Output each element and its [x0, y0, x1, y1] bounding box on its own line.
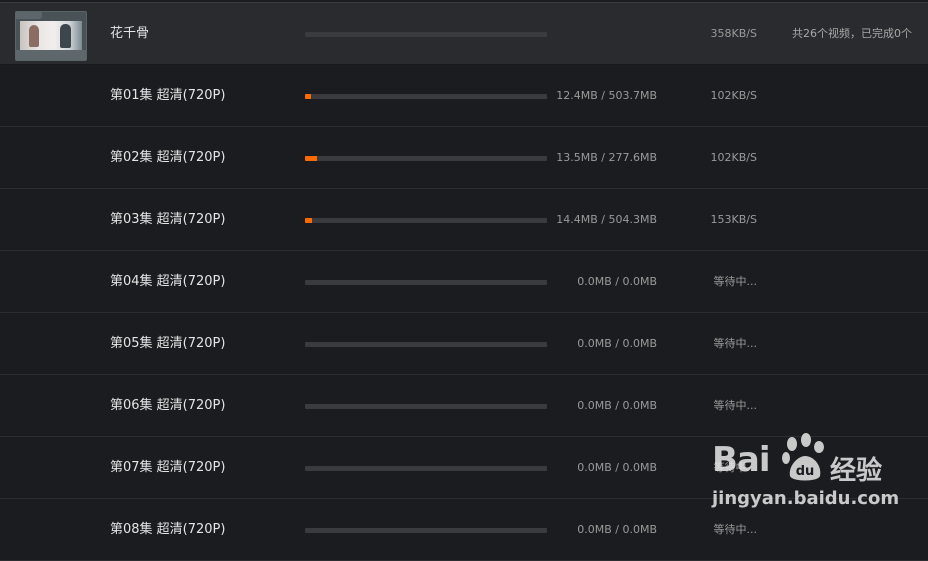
episode-title: 第02集 超清(720P) [110, 150, 226, 165]
episode-row[interactable]: 第08集 超清(720P) 0.0MB / 0.0MB 等待中... [0, 499, 928, 561]
episode-size: 0.0MB / 0.0MB [577, 523, 657, 536]
episode-title: 第03集 超清(720P) [110, 212, 226, 227]
episode-progress-bar [305, 156, 547, 161]
episode-size: 0.0MB / 0.0MB [577, 461, 657, 474]
episode-progress-bar [305, 342, 547, 347]
episode-title: 第06集 超清(720P) [110, 398, 226, 413]
episode-status: 等待中... [713, 337, 758, 350]
progress-fill [305, 156, 317, 161]
episode-row[interactable]: 第01集 超清(720P) 12.4MB / 503.7MB 102KB/S [0, 65, 928, 127]
episode-size: 0.0MB / 0.0MB [577, 399, 657, 412]
episode-size: 12.4MB / 503.7MB [556, 89, 657, 102]
episode-progress-bar [305, 218, 547, 223]
group-title: 花千骨 [110, 26, 150, 41]
episode-progress-bar [305, 528, 547, 533]
episode-row[interactable]: 第02集 超清(720P) 13.5MB / 277.6MB 102KB/S [0, 127, 928, 189]
group-summary: 共26个视频，已完成0个 [792, 27, 912, 40]
download-group-row[interactable]: 花千骨 358KB/S 共26个视频，已完成0个 [0, 2, 928, 65]
episode-row[interactable]: 第03集 超清(720P) 14.4MB / 504.3MB 153KB/S [0, 189, 928, 251]
episode-size: 14.4MB / 504.3MB [556, 213, 657, 226]
progress-fill [305, 94, 312, 99]
episode-title: 第07集 超清(720P) [110, 460, 226, 475]
episode-progress-bar [305, 94, 547, 99]
episode-title: 第04集 超清(720P) [110, 274, 226, 289]
progress-fill [305, 218, 313, 223]
group-progress-bar [305, 32, 547, 37]
episode-title: 第08集 超清(720P) [110, 522, 226, 537]
episode-row[interactable]: 第06集 超清(720P) 0.0MB / 0.0MB 等待中... [0, 375, 928, 437]
episode-progress-bar [305, 404, 547, 409]
episode-row[interactable]: 第07集 超清(720P) 0.0MB / 0.0MB 等待中... [0, 437, 928, 499]
video-thumbnail-folder-icon [15, 11, 87, 61]
episode-progress-bar [305, 280, 547, 285]
episode-status: 等待中... [713, 523, 758, 536]
episode-title: 第01集 超清(720P) [110, 88, 226, 103]
episode-status: 153KB/S [710, 213, 757, 226]
episode-row[interactable]: 第05集 超清(720P) 0.0MB / 0.0MB 等待中... [0, 313, 928, 375]
episode-size: 13.5MB / 277.6MB [556, 151, 657, 164]
episode-row[interactable]: 第04集 超清(720P) 0.0MB / 0.0MB 等待中... [0, 251, 928, 313]
episode-size: 0.0MB / 0.0MB [577, 275, 657, 288]
episode-status: 102KB/S [710, 151, 757, 164]
episode-title: 第05集 超清(720P) [110, 336, 226, 351]
group-speed: 358KB/S [710, 27, 757, 40]
episode-status: 102KB/S [710, 89, 757, 102]
episode-size: 0.0MB / 0.0MB [577, 337, 657, 350]
episode-status: 等待中... [713, 399, 758, 412]
episode-progress-bar [305, 466, 547, 471]
episode-status: 等待中... [713, 275, 758, 288]
episode-status: 等待中... [713, 461, 758, 474]
